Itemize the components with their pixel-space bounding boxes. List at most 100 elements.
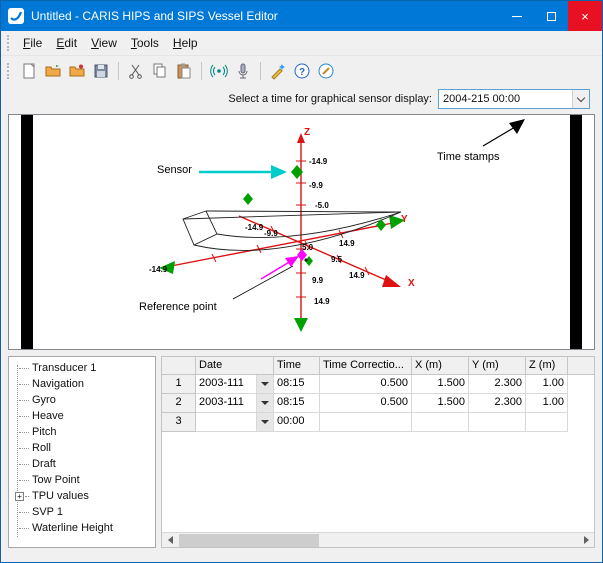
scroll-left-icon (168, 536, 173, 544)
tree-item-gyro[interactable]: Gyro (11, 392, 153, 408)
x-column-header[interactable]: X (m) (412, 357, 469, 375)
x-cell[interactable]: 1.500 (412, 394, 469, 413)
edit-circle-icon[interactable] (315, 60, 337, 82)
date-dropdown-button[interactable] (257, 394, 274, 413)
y-cell[interactable]: 2.300 (469, 394, 526, 413)
tree-item-label: Pitch (32, 426, 56, 438)
chevron-down-icon (577, 93, 585, 101)
z-cell[interactable]: 1.00 (526, 394, 568, 413)
open-icon[interactable] (42, 60, 64, 82)
menu-bar: FileEditViewToolsHelp (1, 31, 602, 56)
toolbar-grip (7, 63, 12, 79)
date-dropdown-button[interactable] (257, 413, 274, 432)
tree-item-heave[interactable]: Heave (11, 408, 153, 424)
corner-header-cell (162, 357, 196, 375)
tree-branch (19, 528, 29, 529)
tree-item-label: Heave (32, 410, 64, 422)
new-document-icon[interactable] (18, 60, 40, 82)
tree-item-label: Transducer 1 (32, 362, 96, 374)
minimize-button[interactable] (500, 1, 534, 31)
expand-plus-icon[interactable]: + (15, 492, 24, 501)
date-dropdown-button[interactable] (257, 375, 274, 394)
help-icon[interactable]: ? (291, 60, 313, 82)
row-number-cell[interactable]: 2 (162, 394, 196, 413)
time-selector-label: Select a time for graphical sensor displ… (228, 93, 432, 105)
date-cell[interactable]: 2003-111 (196, 394, 257, 413)
cut-icon[interactable] (125, 60, 147, 82)
tree-item-label: Draft (32, 458, 56, 470)
vessel-3d-view[interactable]: ZYXSensorTime stampsReference point-14.9… (8, 114, 595, 350)
y-cell[interactable] (469, 413, 526, 432)
row-number-cell[interactable]: 3 (162, 413, 196, 432)
time-cell[interactable]: 08:15 (274, 394, 320, 413)
menu-item-file[interactable]: File (16, 33, 49, 53)
time-correction-cell[interactable]: 0.500 (320, 375, 412, 394)
save-icon[interactable] (90, 60, 112, 82)
tree-item-svp-1[interactable]: SVP 1 (11, 504, 153, 520)
tree-item-tpu-values[interactable]: +TPU values (11, 488, 153, 504)
menu-item-tools[interactable]: Tools (124, 33, 166, 53)
date-cell[interactable] (196, 413, 257, 432)
tree-item-roll[interactable]: Roll (11, 440, 153, 456)
title-bar: Untitled - CARIS HIPS and SIPS Vessel Ed… (1, 1, 602, 31)
tree-item-draft[interactable]: Draft (11, 456, 153, 472)
menu-item-edit[interactable]: Edit (49, 33, 84, 53)
copy-icon[interactable] (149, 60, 171, 82)
menubar-grip (7, 35, 12, 51)
scroll-left-button[interactable] (162, 533, 178, 547)
time-combobox-dropdown-button[interactable] (572, 90, 589, 108)
tree-item-pitch[interactable]: Pitch (11, 424, 153, 440)
device-icon[interactable] (232, 60, 254, 82)
tree-branch (19, 400, 29, 401)
window-title: Untitled - CARIS HIPS and SIPS Vessel Ed… (31, 9, 500, 23)
table-header-row: Date Time Time Correctio... X (m) Y (m) … (162, 357, 594, 375)
scrollbar-thumb[interactable] (179, 534, 319, 547)
app-icon (7, 7, 25, 25)
tree-branch (19, 368, 29, 369)
tree-panel: Transducer 1 Navigation Gyro Heave Pitch Roll… (8, 356, 156, 548)
table-row: 22003-111 08:150.5001.5002.3001.00 (162, 394, 594, 413)
tree-item-waterline-height[interactable]: Waterline Height (11, 520, 153, 536)
paste-icon[interactable] (173, 60, 195, 82)
time-cell[interactable]: 00:00 (274, 413, 320, 432)
time-cell[interactable]: 08:15 (274, 375, 320, 394)
time-combobox[interactable]: 2004-215 00:00 (438, 89, 590, 109)
close-button[interactable]: × (568, 1, 602, 31)
date-cell[interactable]: 2003-111 (196, 375, 257, 394)
open-folder-icon[interactable] (66, 60, 88, 82)
tree-branch (19, 432, 29, 433)
x-cell[interactable] (412, 413, 469, 432)
time-correction-cell[interactable]: 0.500 (320, 394, 412, 413)
scroll-right-button[interactable] (578, 533, 594, 547)
menu-item-view[interactable]: View (84, 33, 124, 53)
wizard-icon[interactable] (267, 60, 289, 82)
time-selector-bar: Select a time for graphical sensor displ… (1, 86, 602, 112)
time-column-header[interactable]: Time (274, 357, 320, 375)
tree-branch (19, 480, 29, 481)
broadcast-icon[interactable] (208, 60, 230, 82)
tree-item-tow-point[interactable]: Tow Point (11, 472, 153, 488)
tree-branch (19, 384, 29, 385)
tree-item-label: Gyro (32, 394, 56, 406)
y-column-header[interactable]: Y (m) (469, 357, 526, 375)
tree-branch (19, 448, 29, 449)
close-icon: × (581, 9, 589, 24)
maximize-button[interactable] (534, 1, 568, 31)
time-correction-cell[interactable] (320, 413, 412, 432)
time-combobox-value: 2004-215 00:00 (439, 93, 572, 105)
z-cell[interactable]: 1.00 (526, 375, 568, 394)
date-column-header[interactable]: Date (196, 357, 274, 375)
row-number-cell[interactable]: 1 (162, 375, 196, 394)
z-cell[interactable] (526, 413, 568, 432)
minimize-icon (512, 16, 522, 17)
z-column-header[interactable]: Z (m) (526, 357, 568, 375)
chevron-down-icon (261, 420, 269, 424)
table-body: 12003-11108:150.5001.5002.3001.0022003-1… (162, 375, 594, 547)
tree-item-transducer-1[interactable]: Transducer 1 (11, 360, 153, 376)
time-correction-column-header[interactable]: Time Correctio... (320, 357, 412, 375)
y-cell[interactable]: 2.300 (469, 375, 526, 394)
x-cell[interactable]: 1.500 (412, 375, 469, 394)
menu-item-help[interactable]: Help (166, 33, 205, 53)
tree-item-navigation[interactable]: Navigation (11, 376, 153, 392)
horizontal-scrollbar[interactable] (162, 532, 594, 547)
